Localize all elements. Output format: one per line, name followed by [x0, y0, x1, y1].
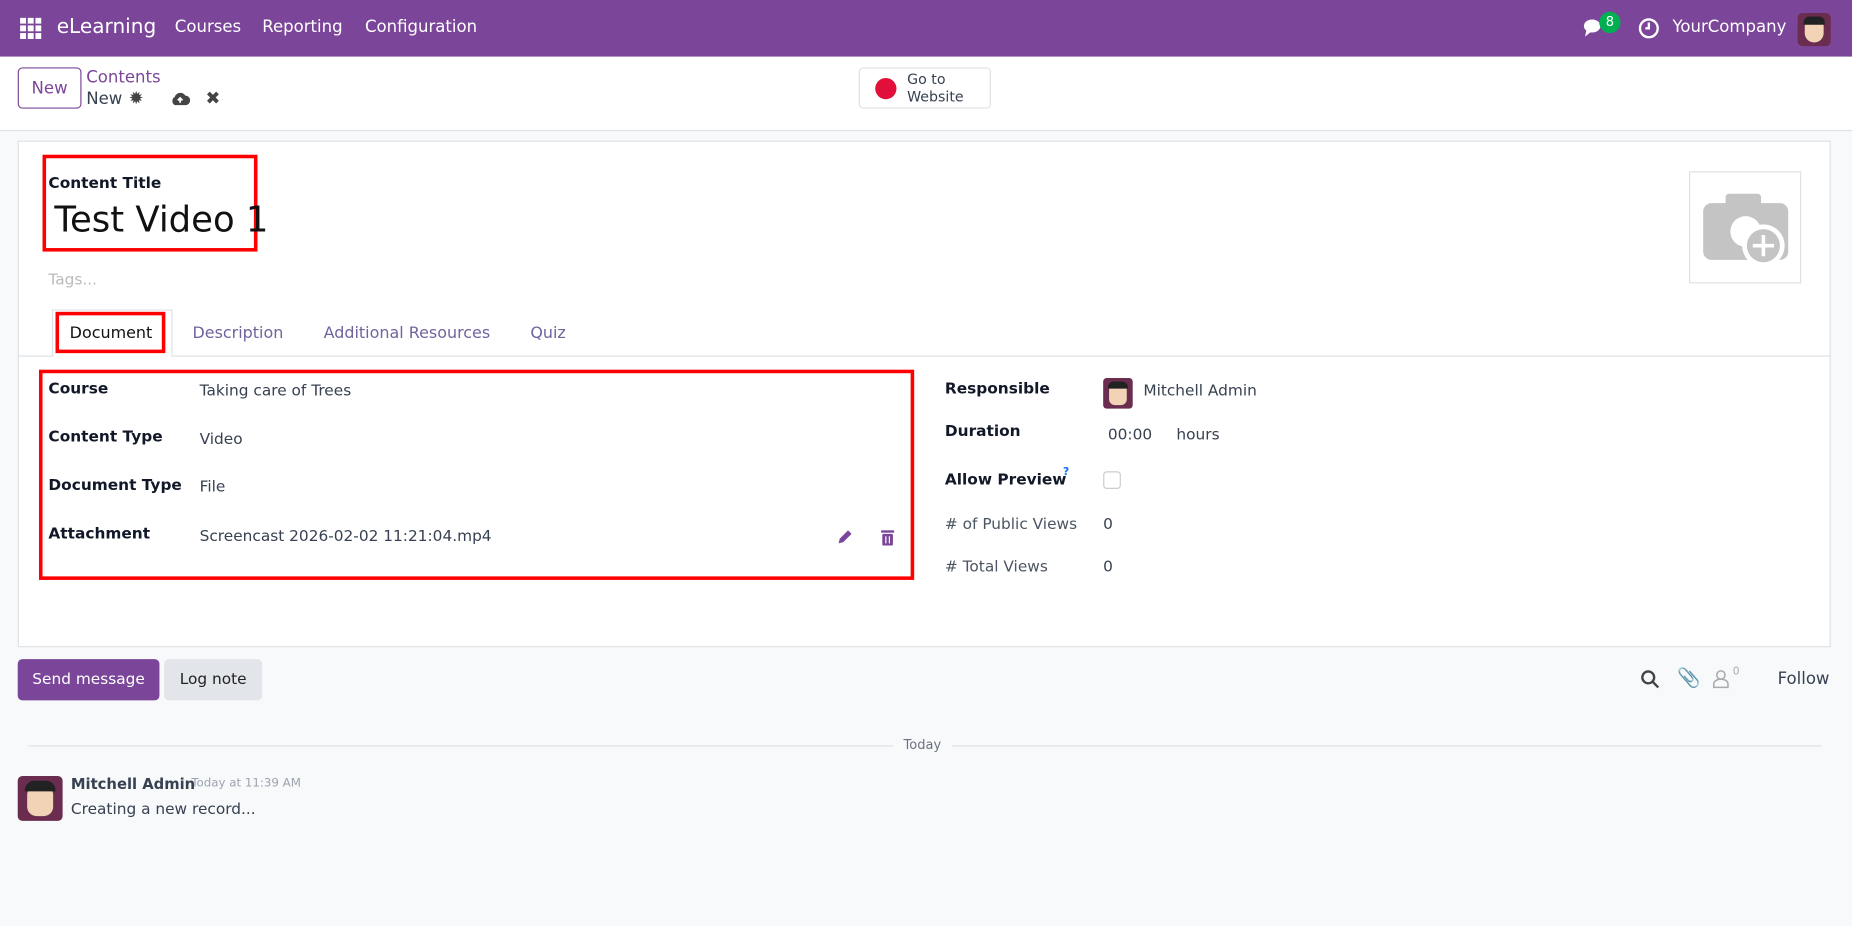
- breadcrumb-current: New: [86, 89, 123, 109]
- gear-icon[interactable]: ✹: [129, 87, 144, 108]
- message-author-avatar[interactable]: [17, 775, 63, 821]
- tab-additional-resources[interactable]: Additional Resources: [324, 324, 491, 343]
- delete-trash-icon[interactable]: [880, 529, 895, 546]
- follow-button[interactable]: Follow: [1778, 670, 1830, 689]
- go-to-website-button[interactable]: Go to Website: [858, 67, 991, 109]
- camera-plus-icon: [1703, 193, 1789, 267]
- tab-document-label[interactable]: Document: [70, 324, 153, 343]
- attachment-field[interactable]: Screencast 2026-02-02 11:21:04.mp4: [200, 528, 492, 546]
- course-label: Course: [48, 380, 109, 399]
- message-time: Today at 11:39 AM: [191, 777, 301, 791]
- duration-label: Duration: [944, 422, 1021, 441]
- menu-reporting[interactable]: Reporting: [262, 18, 342, 37]
- breadcrumb-contents[interactable]: Contents: [86, 69, 160, 88]
- document-type-field[interactable]: File: [200, 478, 226, 496]
- save-cloud-icon[interactable]: [170, 91, 191, 106]
- attachment-label: Attachment: [48, 525, 151, 544]
- content-title-label: Content Title: [48, 174, 162, 193]
- discard-icon[interactable]: ✖: [206, 87, 221, 108]
- website-label: Website: [907, 87, 964, 105]
- date-separator: Today: [892, 737, 952, 753]
- content-type-label: Content Type: [48, 428, 163, 447]
- highlight-document-fields: [38, 369, 915, 580]
- top-navbar: eLearning Courses Reporting Configuratio…: [0, 0, 1852, 57]
- menu-configuration[interactable]: Configuration: [365, 18, 477, 37]
- log-note-button[interactable]: Log note: [164, 659, 263, 701]
- followers-icon[interactable]: [1713, 670, 1730, 689]
- responsible-label: Responsible: [944, 380, 1050, 399]
- document-type-label: Document Type: [48, 477, 182, 495]
- menu-courses[interactable]: Courses: [175, 18, 241, 37]
- search-icon[interactable]: [1641, 670, 1660, 689]
- image-upload[interactable]: [1689, 171, 1802, 284]
- go-to-label: Go to: [907, 70, 946, 87]
- allow-preview-checkbox[interactable]: [1103, 471, 1121, 489]
- send-message-button[interactable]: Send message: [17, 659, 160, 701]
- control-panel: New Contents New ✹ ✖ Go to Website: [0, 56, 1852, 132]
- responsible-field[interactable]: Mitchell Admin: [1143, 383, 1257, 401]
- app-name[interactable]: eLearning: [57, 15, 157, 39]
- tab-description[interactable]: Description: [193, 324, 284, 343]
- company-switcher[interactable]: YourCompany: [1672, 18, 1786, 37]
- public-views-label: # of Public Views: [944, 516, 1078, 534]
- course-field[interactable]: Taking care of Trees: [200, 383, 352, 401]
- message-author[interactable]: Mitchell Admin: [71, 775, 195, 793]
- duration-unit: hours: [1176, 426, 1220, 445]
- content-type-field[interactable]: Video: [200, 431, 243, 449]
- attachment-paperclip-icon[interactable]: 📎: [1677, 666, 1701, 688]
- responsible-avatar: [1103, 377, 1133, 409]
- total-views-value: 0: [1103, 558, 1113, 577]
- user-avatar[interactable]: [1797, 12, 1831, 47]
- duration-field[interactable]: 00:00: [1108, 426, 1152, 444]
- apps-menu-icon[interactable]: [20, 17, 42, 39]
- tab-quiz[interactable]: Quiz: [530, 324, 565, 343]
- messages-badge: 8: [1599, 11, 1621, 34]
- help-tooltip-icon[interactable]: ?: [1063, 467, 1069, 479]
- new-button[interactable]: New: [17, 67, 82, 109]
- globe-icon: [875, 77, 897, 99]
- followers-count: 0: [1732, 666, 1740, 678]
- tags-input[interactable]: Tags...: [48, 272, 97, 290]
- tabs-divider: [17, 355, 1831, 357]
- activity-clock-icon[interactable]: [1638, 18, 1659, 39]
- public-views-value: 0: [1103, 516, 1113, 534]
- content-title-input[interactable]: Test Video 1: [54, 200, 268, 241]
- total-views-label: # Total Views: [944, 558, 1048, 577]
- message-body: Creating a new record...: [70, 800, 256, 819]
- allow-preview-label: Allow Preview: [944, 471, 1067, 489]
- edit-pencil-icon[interactable]: [836, 528, 854, 546]
